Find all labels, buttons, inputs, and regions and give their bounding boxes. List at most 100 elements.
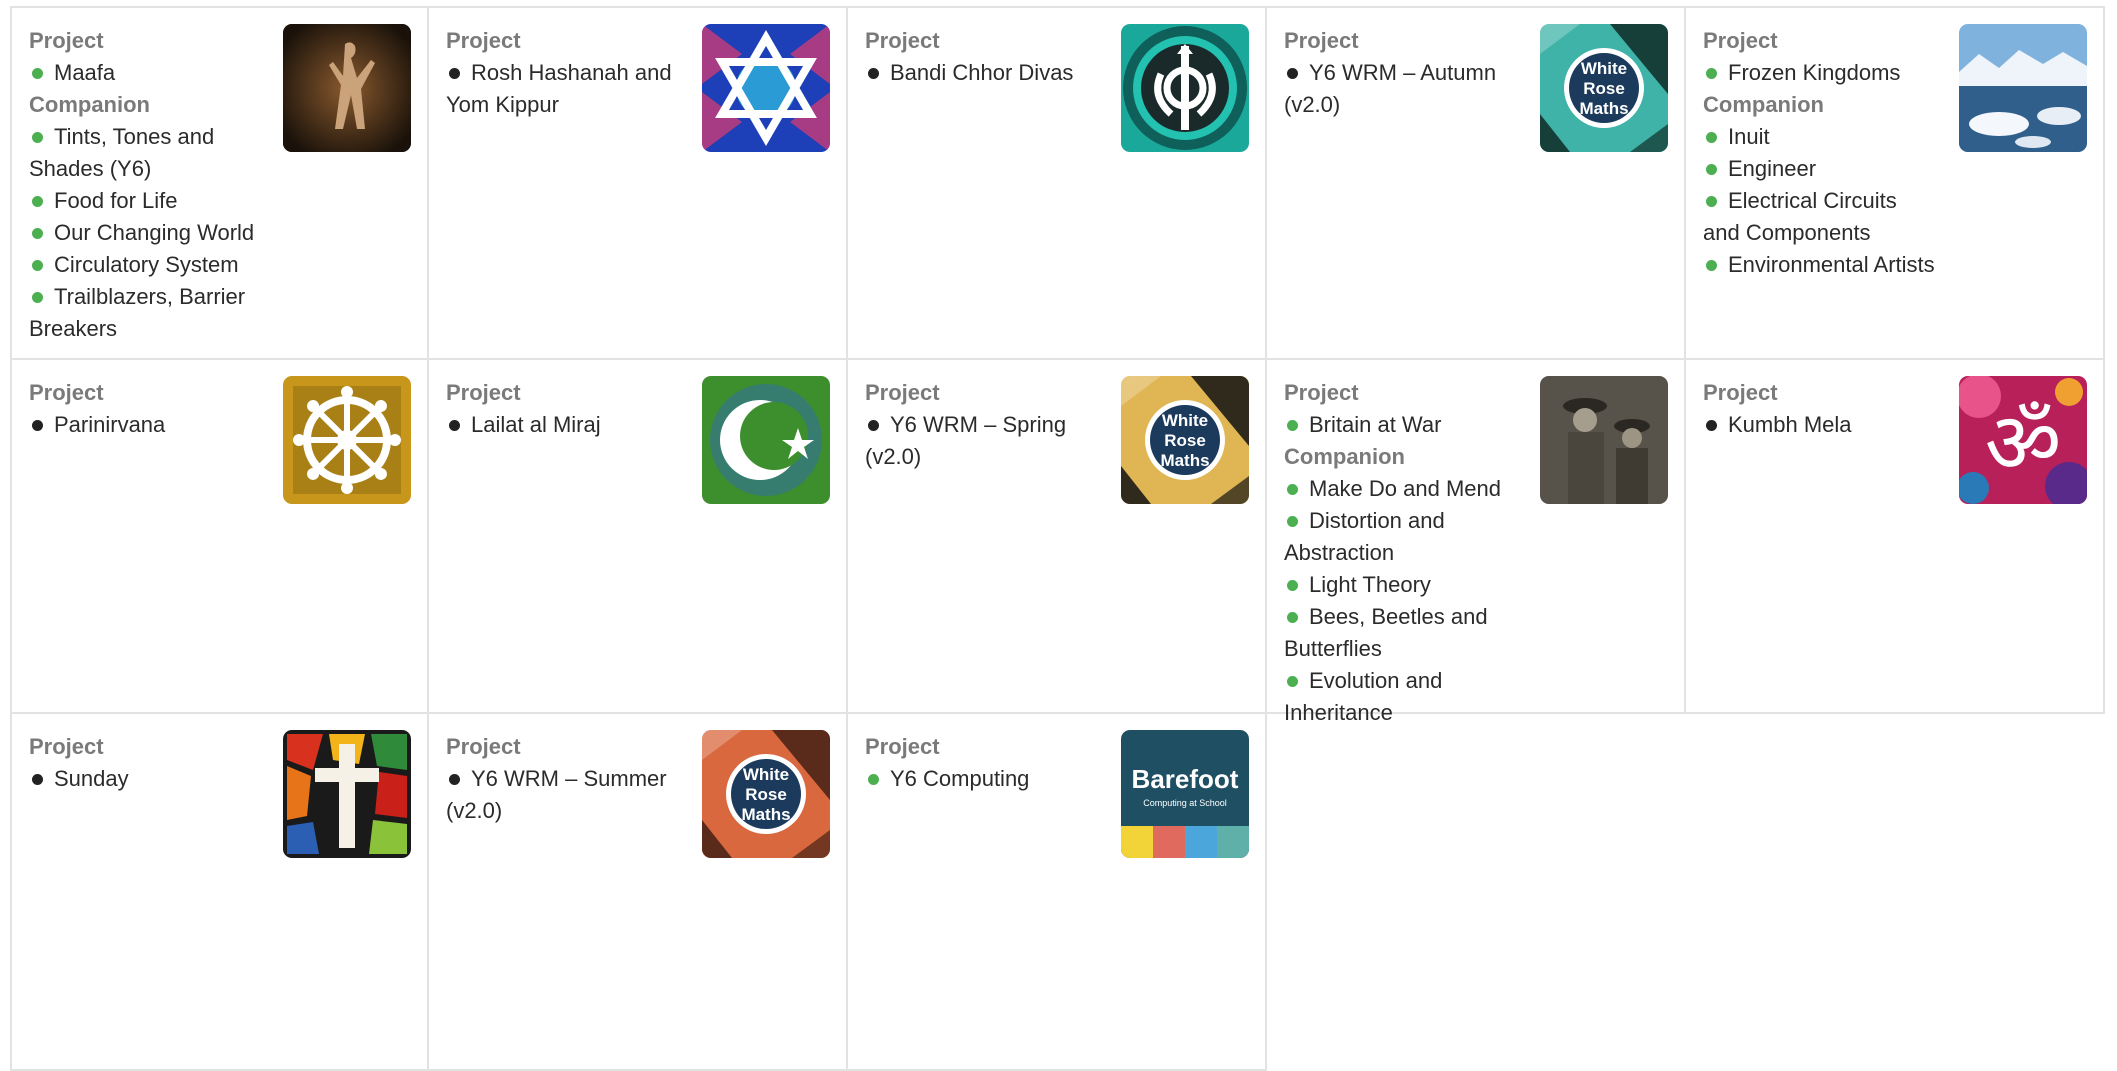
list-item-label: Tints, Tones and Shades (Y6) xyxy=(29,124,215,181)
project-card[interactable]: Barefoot Computing at School Project Y6 C… xyxy=(848,714,1267,1071)
crescent-star-icon[interactable] xyxy=(702,376,830,504)
list-item[interactable]: Environmental Artists xyxy=(1703,249,1937,281)
project-card[interactable]: Project Sunday xyxy=(10,714,429,1071)
project-label: Project xyxy=(446,734,521,759)
list-item-label: Distortion and Abstraction xyxy=(1284,508,1445,565)
project-label: Project xyxy=(446,380,521,405)
list-item[interactable]: Sunday xyxy=(29,763,261,795)
list-item[interactable]: Bees, Beetles and Butterflies xyxy=(1284,601,1518,665)
list-item[interactable]: Make Do and Mend xyxy=(1284,473,1518,505)
svg-text:ॐ: ॐ xyxy=(1985,394,2062,492)
project-grid: Project Maafa Companion Tints, Tones and Sh… xyxy=(10,6,2105,1071)
project-card[interactable]: White Rose Maths Project Y6 WRM – Summer (… xyxy=(429,714,848,1071)
list-item[interactable]: Inuit xyxy=(1703,121,1937,153)
list-item[interactable]: Distortion and Abstraction xyxy=(1284,505,1518,569)
list-item-label: Inuit xyxy=(1728,124,1770,149)
green-status-dot xyxy=(32,68,43,79)
project-label: Project xyxy=(1703,380,1778,405)
green-status-dot xyxy=(1706,196,1717,207)
project-card[interactable]: Project Rosh Hashanah and Yom Kippur xyxy=(429,6,848,360)
black-status-dot xyxy=(868,420,879,431)
khanda-icon[interactable] xyxy=(1121,24,1249,152)
list-item[interactable]: Lailat al Miraj xyxy=(446,409,680,441)
project-card[interactable]: White Rose Maths Project Y6 WRM – Spring (… xyxy=(848,360,1267,714)
project-card[interactable]: ॐ Project Kumbh Mela xyxy=(1686,360,2105,714)
white-rose-maths-logo[interactable]: White Rose Maths xyxy=(1540,24,1668,152)
black-status-dot xyxy=(1287,68,1298,79)
list-item[interactable]: Britain at War xyxy=(1284,409,1518,441)
list-item-label: Maafa xyxy=(54,60,116,85)
svg-text:Maths: Maths xyxy=(1160,451,1209,470)
project-card[interactable]: Project Parinirvana xyxy=(10,360,429,714)
project-card[interactable]: Project Britain at War Companion Make Do an… xyxy=(1267,360,1686,725)
black-status-dot xyxy=(32,420,43,431)
project-label: Project xyxy=(29,380,104,405)
list-item[interactable]: Food for Life xyxy=(29,185,261,217)
list-item[interactable]: Tints, Tones and Shades (Y6) xyxy=(29,121,261,185)
list-item-label: Y6 WRM – Spring (v2.0) xyxy=(865,412,1067,469)
svg-text:Maths: Maths xyxy=(1579,99,1628,118)
list-item-label: Parinirvana xyxy=(54,412,166,437)
list-item-label: Our Changing World xyxy=(54,220,255,245)
project-card[interactable]: Project Frozen Kingdoms Companion Inuit Engi… xyxy=(1686,6,2105,360)
soldiers-photo-icon[interactable] xyxy=(1540,376,1668,504)
list-item[interactable]: Our Changing World xyxy=(29,217,261,249)
svg-text:Rose: Rose xyxy=(745,785,787,804)
arctic-photo-icon[interactable] xyxy=(1959,24,2087,152)
project-card[interactable]: Project Bandi Chhor Divas xyxy=(848,6,1267,360)
green-status-dot xyxy=(1706,164,1717,175)
barefoot-logo[interactable]: Barefoot Computing at School xyxy=(1121,730,1249,858)
green-status-dot xyxy=(32,292,43,303)
list-item-label: Engineer xyxy=(1728,156,1817,181)
list-item[interactable]: Circulatory System xyxy=(29,249,261,281)
list-item[interactable]: Electrical Circuits and Components xyxy=(1703,185,1937,249)
list-item[interactable]: Engineer xyxy=(1703,153,1937,185)
empty-cell xyxy=(1686,714,2105,1071)
dharma-wheel-icon[interactable] xyxy=(283,376,411,504)
project-label: Project xyxy=(865,28,940,53)
list-item-label: Circulatory System xyxy=(54,252,239,277)
project-label: Project xyxy=(865,380,940,405)
black-status-dot xyxy=(449,420,460,431)
star-of-david-icon[interactable] xyxy=(702,24,830,152)
svg-text:Maths: Maths xyxy=(741,805,790,824)
list-item[interactable]: Light Theory xyxy=(1284,569,1518,601)
green-status-dot xyxy=(1706,260,1717,271)
svg-text:White: White xyxy=(743,765,789,784)
list-item[interactable]: Trailblazers, Barrier Breakers xyxy=(29,281,261,345)
list-item[interactable]: Kumbh Mela xyxy=(1703,409,1937,441)
list-item-label: Kumbh Mela xyxy=(1728,412,1852,437)
svg-text:White: White xyxy=(1581,59,1627,78)
white-rose-maths-logo[interactable]: White Rose Maths xyxy=(702,730,830,858)
list-item[interactable]: Bandi Chhor Divas xyxy=(865,57,1099,89)
list-item-label: Food for Life xyxy=(54,188,178,213)
project-label: Project xyxy=(29,28,104,53)
svg-text:Barefoot: Barefoot xyxy=(1132,764,1239,794)
project-card[interactable]: Project Maafa Companion Tints, Tones and Sh… xyxy=(10,6,429,360)
om-icon[interactable]: ॐ xyxy=(1959,376,2087,504)
project-card[interactable]: White Rose Maths Project Y6 WRM – Autumn (… xyxy=(1267,6,1686,360)
project-label: Project xyxy=(29,734,104,759)
svg-text:Rose: Rose xyxy=(1583,79,1625,98)
dancer-photo-icon[interactable] xyxy=(283,24,411,152)
svg-text:White: White xyxy=(1162,411,1208,430)
project-card[interactable]: Project Lailat al Miraj xyxy=(429,360,848,714)
list-item[interactable]: Y6 Computing xyxy=(865,763,1099,795)
list-item[interactable]: Y6 WRM – Autumn (v2.0) xyxy=(1284,57,1518,121)
green-status-dot xyxy=(868,774,879,785)
green-status-dot xyxy=(1287,484,1298,495)
list-item[interactable]: Parinirvana xyxy=(29,409,261,441)
list-item[interactable]: Maafa xyxy=(29,57,261,89)
list-item-label: Lailat al Miraj xyxy=(471,412,601,437)
list-item-label: Y6 WRM – Autumn (v2.0) xyxy=(1284,60,1497,117)
stained-glass-cross-icon[interactable] xyxy=(283,730,411,858)
list-item[interactable]: Y6 WRM – Spring (v2.0) xyxy=(865,409,1099,473)
white-rose-maths-logo[interactable]: White Rose Maths xyxy=(1121,376,1249,504)
list-item[interactable]: Frozen Kingdoms xyxy=(1703,57,1937,89)
list-item[interactable]: Rosh Hashanah and Yom Kippur xyxy=(446,57,680,121)
svg-text:Computing at School: Computing at School xyxy=(1143,798,1227,808)
list-item-label: Britain at War xyxy=(1309,412,1442,437)
list-item[interactable]: Y6 WRM – Summer (v2.0) xyxy=(446,763,680,827)
green-status-dot xyxy=(1287,580,1298,591)
list-item-label: Light Theory xyxy=(1309,572,1431,597)
